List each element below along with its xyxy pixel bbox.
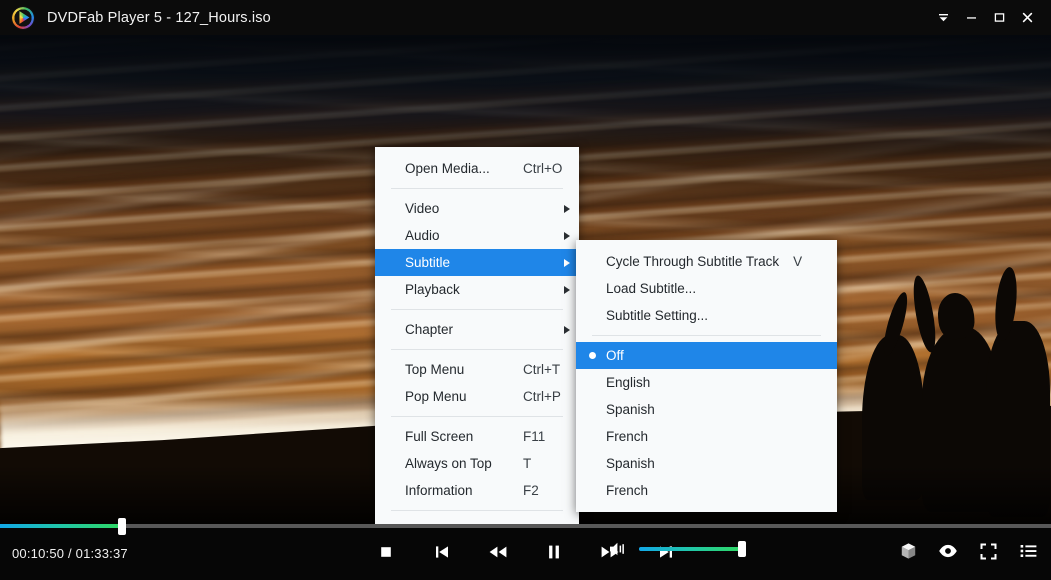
speaker-volume-icon[interactable]: [608, 540, 628, 558]
chevron-right-icon: [564, 204, 570, 213]
menu-item-shortcut: Ctrl+P: [523, 389, 561, 404]
subtitle-submenu[interactable]: Cycle Through Subtitle Track V Load Subtit…: [576, 240, 837, 512]
menu-item-label: Pop Menu: [405, 389, 467, 404]
chevron-right-icon: [564, 258, 570, 267]
menu-item-audio[interactable]: Audio: [375, 222, 579, 249]
context-menu[interactable]: Open Media... Ctrl+O Video Audio Subtitle Pla…: [375, 147, 579, 552]
chevron-right-icon: [564, 325, 570, 334]
menu-item-video[interactable]: Video: [375, 195, 579, 222]
volume-slider-handle[interactable]: [738, 541, 746, 557]
menu-item-label: Full Screen: [405, 429, 474, 444]
menu-item-full-screen[interactable]: Full Screen F11: [375, 423, 579, 450]
seek-bar-handle[interactable]: [117, 518, 126, 535]
menu-separator: [391, 416, 563, 417]
maximize-button[interactable]: [985, 0, 1013, 35]
menu-item-label: Spanish: [606, 456, 655, 471]
stop-button[interactable]: [373, 539, 399, 565]
player-right-controls: [897, 540, 1039, 562]
dvdfab-play-logo-icon: [11, 5, 35, 30]
list-icon[interactable]: [1017, 540, 1039, 562]
volume-slider-fill: [639, 547, 742, 551]
cube-icon[interactable]: [897, 540, 919, 562]
rewind-button[interactable]: [485, 539, 511, 565]
volume-slider-track[interactable]: [639, 541, 746, 557]
submenu-item-load-subtitle[interactable]: Load Subtitle...: [576, 275, 837, 302]
menu-item-label: Spanish: [606, 402, 655, 417]
menu-item-label: Off: [606, 348, 624, 363]
player-window: DVDFab Player 5 - 127_Hours.iso Open Med…: [0, 0, 1051, 580]
menu-item-subtitle[interactable]: Subtitle: [375, 249, 579, 276]
menu-item-shortcut: T: [523, 456, 532, 471]
radio-bullet-icon: [589, 352, 596, 359]
submenu-item-french-2[interactable]: French: [576, 477, 837, 504]
menu-item-label: Subtitle Setting...: [606, 308, 709, 323]
chevron-right-icon: [564, 285, 570, 294]
menu-item-pop-menu[interactable]: Pop Menu Ctrl+P: [375, 383, 579, 410]
menu-item-label: English: [606, 375, 651, 390]
pause-button[interactable]: [541, 539, 567, 565]
eye-icon[interactable]: [937, 540, 959, 562]
menu-item-label: French: [606, 429, 649, 444]
menu-item-label: Always on Top: [405, 456, 492, 471]
menu-separator: [592, 335, 821, 336]
submenu-item-subtitle-setting[interactable]: Subtitle Setting...: [576, 302, 837, 329]
menu-item-playback[interactable]: Playback: [375, 276, 579, 303]
menu-item-shortcut: F11: [523, 429, 546, 444]
menu-item-label: French: [606, 483, 649, 498]
menu-item-open-media[interactable]: Open Media... Ctrl+O: [375, 155, 579, 182]
expand-icon[interactable]: [977, 540, 999, 562]
menu-item-label: Open Media...: [405, 161, 490, 176]
menu-item-label: Cycle Through Subtitle Track: [606, 254, 780, 269]
minimize-button[interactable]: [957, 0, 985, 35]
submenu-item-spanish-1[interactable]: Spanish: [576, 396, 837, 423]
submenu-item-cycle-subtitle-track[interactable]: Cycle Through Subtitle Track V: [576, 248, 837, 275]
submenu-item-spanish-2[interactable]: Spanish: [576, 450, 837, 477]
menu-item-label: Playback: [405, 282, 460, 297]
menu-item-label: Load Subtitle...: [606, 281, 697, 296]
menu-item-label: Audio: [405, 228, 440, 243]
menu-item-top-menu[interactable]: Top Menu Ctrl+T: [375, 356, 579, 383]
transport-controls: [0, 524, 1051, 580]
window-title: DVDFab Player 5 - 127_Hours.iso: [47, 9, 271, 26]
menu-item-shortcut: V: [793, 254, 803, 269]
menu-separator: [391, 309, 563, 310]
collapse-menu-button[interactable]: [929, 0, 957, 35]
close-button[interactable]: [1013, 0, 1041, 35]
menu-item-label: Information: [405, 483, 473, 498]
chevron-right-icon: [564, 231, 570, 240]
seek-bar-fill: [0, 524, 122, 528]
previous-button[interactable]: [429, 539, 455, 565]
window-controls: [929, 0, 1051, 35]
menu-item-label: Subtitle: [405, 255, 451, 270]
menu-separator: [391, 349, 563, 350]
volume-control[interactable]: [608, 540, 746, 558]
menu-separator: [391, 510, 563, 511]
seek-bar[interactable]: [0, 518, 1051, 535]
submenu-item-off[interactable]: Off: [576, 342, 837, 369]
time-display: 00:10:50 / 01:33:37: [12, 546, 128, 561]
menu-separator: [391, 188, 563, 189]
player-control-bar: 00:10:50 / 01:33:37: [0, 518, 1051, 580]
title-bar: DVDFab Player 5 - 127_Hours.iso: [0, 0, 1051, 35]
menu-item-shortcut: F2: [523, 483, 539, 498]
menu-item-shortcut: Ctrl+T: [523, 362, 561, 377]
menu-item-label: Top Menu: [405, 362, 465, 377]
submenu-item-french-1[interactable]: French: [576, 423, 837, 450]
menu-item-chapter[interactable]: Chapter: [375, 316, 579, 343]
menu-item-label: Chapter: [405, 322, 454, 337]
menu-item-information[interactable]: Information F2: [375, 477, 579, 504]
submenu-item-english[interactable]: English: [576, 369, 837, 396]
seek-bar-track[interactable]: [0, 524, 1051, 528]
menu-item-label: Video: [405, 201, 440, 216]
menu-item-shortcut: Ctrl+O: [523, 161, 563, 176]
menu-item-always-on-top[interactable]: Always on Top T: [375, 450, 579, 477]
